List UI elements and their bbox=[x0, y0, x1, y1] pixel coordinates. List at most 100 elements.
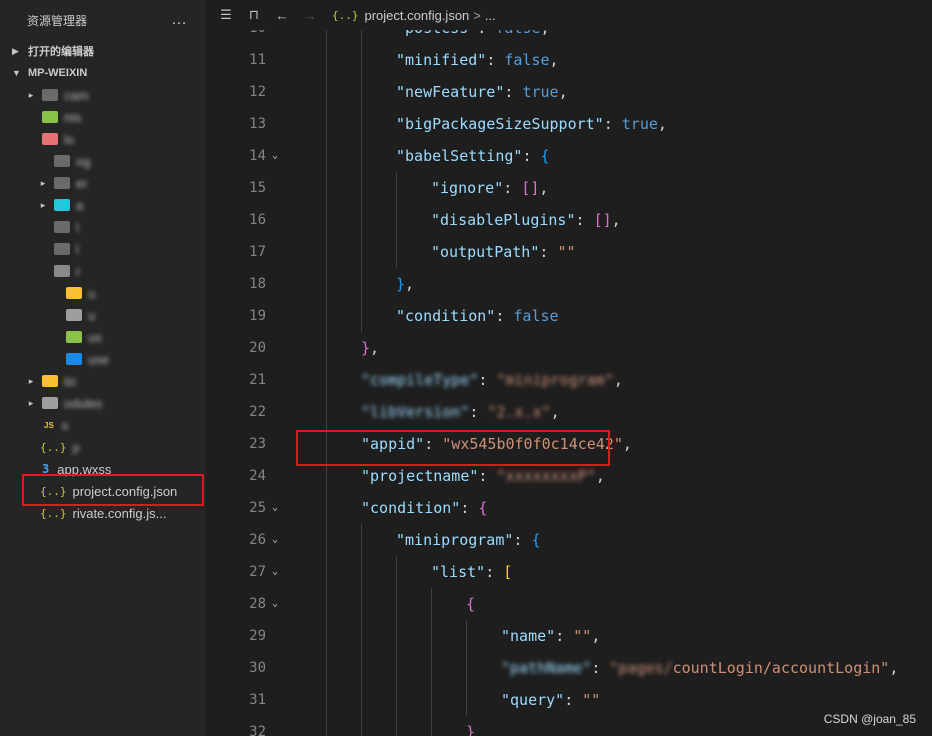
tree-item[interactable]: ▸ tic bbox=[0, 370, 206, 392]
line-number: 26 bbox=[249, 532, 266, 548]
indent-guide bbox=[326, 588, 327, 620]
explorer-sidebar: 资源管理器 … ▶ 打开的编辑器 ▼ MP-WEIXIN ▸ cam nts lo og… bbox=[0, 0, 206, 736]
chevron-right-icon: ▸ bbox=[40, 199, 46, 210]
tree-item[interactable]: ▸ a bbox=[0, 194, 206, 216]
indent-guide bbox=[466, 652, 467, 684]
breadcrumb-separator: > bbox=[473, 7, 481, 23]
tree-item[interactable]: l bbox=[0, 216, 206, 238]
indent-guide bbox=[326, 332, 327, 364]
code-text: "libVersion": "2.x.x", bbox=[361, 403, 560, 421]
breadcrumb-more[interactable]: ... bbox=[485, 8, 496, 23]
line-number: 18 bbox=[249, 276, 266, 292]
line-number: 11 bbox=[249, 52, 266, 68]
js-file-icon: JS bbox=[44, 420, 54, 430]
indent-guide bbox=[326, 364, 327, 396]
forward-arrow-icon[interactable]: → bbox=[302, 8, 318, 23]
file-tree: ▸ cam nts lo og ▸ er ▸ a l l r u u us use ▸ tic ▸ odules bbox=[0, 84, 206, 414]
tree-item[interactable]: use bbox=[0, 348, 206, 370]
tree-item[interactable]: us bbox=[0, 326, 206, 348]
tree-item-js-file[interactable]: JS s bbox=[0, 414, 206, 436]
breadcrumb-file[interactable]: project.config.json bbox=[365, 8, 470, 23]
tree-item[interactable]: r bbox=[0, 260, 206, 282]
indent-guide bbox=[396, 588, 397, 620]
code-line: 27 ⌄ "list": [ bbox=[206, 556, 932, 588]
tree-item-label: cam bbox=[64, 87, 89, 103]
tree-item-label: odules bbox=[64, 395, 103, 411]
project-section[interactable]: ▼ MP-WEIXIN bbox=[0, 62, 206, 84]
indent-guide bbox=[361, 588, 362, 620]
tree-item-label: s bbox=[61, 417, 69, 433]
indent-guide bbox=[431, 620, 432, 652]
indent-guide bbox=[431, 652, 432, 684]
tree-item[interactable]: u bbox=[0, 282, 206, 304]
code-line: 12 "newFeature": true, bbox=[206, 76, 932, 108]
line-number: 19 bbox=[249, 308, 266, 324]
list-icon[interactable]: ☰ bbox=[218, 7, 234, 23]
indent-guide bbox=[361, 44, 362, 76]
line-number: 20 bbox=[249, 340, 266, 356]
back-arrow-icon[interactable]: ← bbox=[274, 8, 290, 23]
bookmark-icon[interactable]: ⊓ bbox=[246, 7, 262, 23]
chevron-right-icon: ▸ bbox=[28, 375, 34, 386]
chevron-right-icon: ▶ bbox=[12, 45, 19, 56]
code-editor[interactable]: 10"postcss": false,11"minified": false,1… bbox=[206, 30, 932, 736]
indent-guide bbox=[431, 588, 432, 620]
tree-item[interactable]: og bbox=[0, 150, 206, 172]
code-text: "newFeature": true, bbox=[396, 83, 568, 101]
tree-item-label: lo bbox=[64, 131, 75, 147]
tree-item[interactable]: l bbox=[0, 238, 206, 260]
indent-guide bbox=[361, 236, 362, 268]
tree-item-json-file[interactable]: {..} p bbox=[0, 436, 206, 458]
code-text: { bbox=[466, 595, 476, 613]
indent-guide bbox=[396, 556, 397, 588]
indent-guide bbox=[361, 76, 362, 108]
code-text: "outputPath": "" bbox=[431, 243, 576, 261]
tree-item-label: use bbox=[88, 351, 109, 367]
open-editors-section[interactable]: ▶ 打开的编辑器 bbox=[0, 40, 206, 62]
folder-icon bbox=[54, 221, 70, 233]
project-label: MP-WEIXIN bbox=[28, 67, 88, 79]
indent-guide bbox=[361, 268, 362, 300]
explorer-header: 资源管理器 … bbox=[0, 0, 206, 40]
indent-guide bbox=[361, 300, 362, 332]
line-number: 27 bbox=[249, 564, 266, 580]
folder-icon bbox=[54, 199, 70, 211]
tree-item[interactable]: ▸ cam bbox=[0, 84, 206, 106]
code-line: 29 "name": "", bbox=[206, 620, 932, 652]
line-number: 31 bbox=[249, 692, 266, 708]
fold-chevron-icon[interactable]: ⌄ bbox=[272, 524, 278, 556]
indent-guide bbox=[361, 108, 362, 140]
chevron-right-icon: ▸ bbox=[28, 397, 34, 408]
tree-item-label: u bbox=[88, 285, 96, 301]
fold-chevron-icon[interactable]: ⌄ bbox=[272, 492, 278, 524]
code-text: } bbox=[466, 723, 476, 736]
tree-item-label: og bbox=[76, 153, 91, 169]
tree-item[interactable]: lo bbox=[0, 128, 206, 150]
open-editors-label: 打开的编辑器 bbox=[28, 46, 94, 58]
fold-chevron-icon[interactable]: ⌄ bbox=[272, 588, 278, 620]
indent-guide bbox=[361, 684, 362, 716]
tree-item-label: r bbox=[76, 263, 81, 279]
folder-icon bbox=[42, 397, 58, 409]
fold-chevron-icon[interactable]: ⌄ bbox=[272, 556, 278, 588]
json-file-icon: {..} bbox=[332, 8, 359, 22]
indent-guide bbox=[326, 716, 327, 736]
indent-guide bbox=[396, 620, 397, 652]
highlight-box-appid bbox=[296, 430, 610, 466]
watermark: CSDN @joan_85 bbox=[823, 712, 916, 726]
tree-item-label: u bbox=[88, 307, 96, 323]
line-number: 16 bbox=[249, 212, 266, 228]
line-number: 21 bbox=[249, 372, 266, 388]
tree-item[interactable]: nts bbox=[0, 106, 206, 128]
tree-item[interactable]: u bbox=[0, 304, 206, 326]
more-actions-icon[interactable]: … bbox=[171, 11, 188, 29]
json-file-icon: {..} bbox=[40, 440, 67, 454]
tree-item[interactable]: ▸ er bbox=[0, 172, 206, 194]
fold-chevron-icon[interactable]: ⌄ bbox=[272, 140, 278, 172]
indent-guide bbox=[326, 172, 327, 204]
folder-icon bbox=[66, 287, 82, 299]
code-text: "babelSetting": { bbox=[396, 147, 550, 165]
tree-item[interactable]: ▸ odules bbox=[0, 392, 206, 414]
folder-icon bbox=[66, 331, 82, 343]
folder-icon bbox=[54, 155, 70, 167]
